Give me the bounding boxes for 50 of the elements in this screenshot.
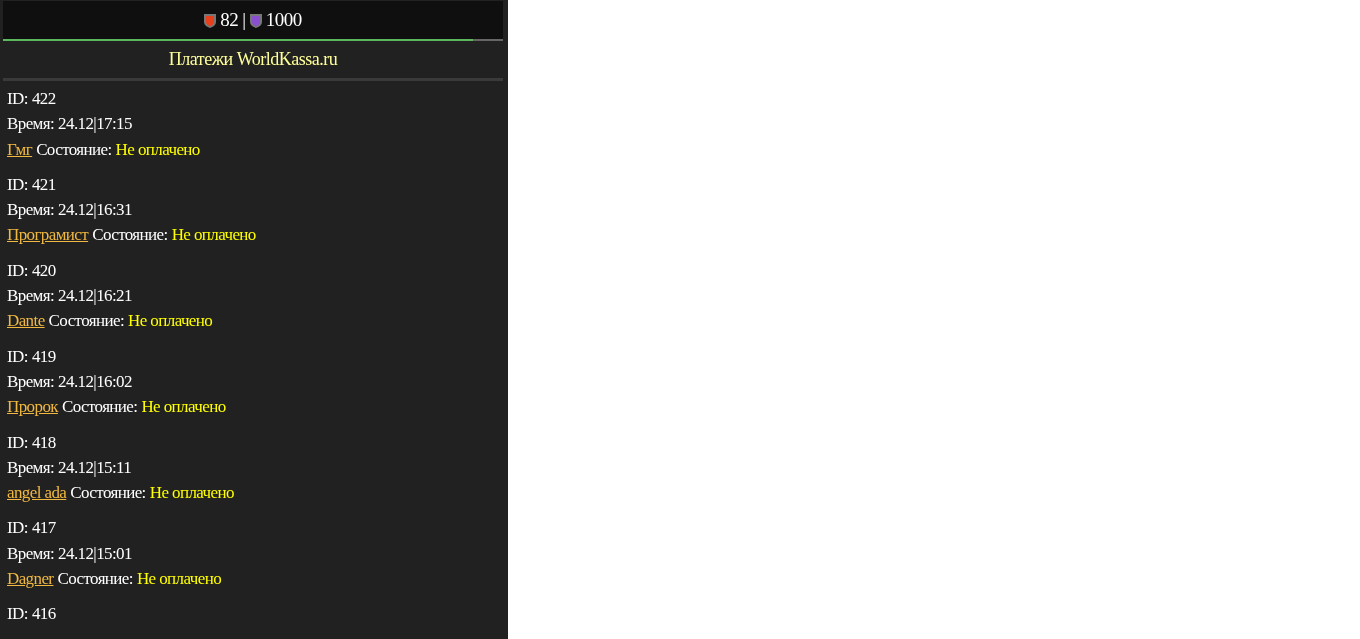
payment-id: 416 bbox=[31, 603, 56, 626]
state-label: Состояние: bbox=[70, 482, 146, 505]
payment-id: 418 bbox=[31, 431, 56, 454]
shield-icon bbox=[204, 12, 217, 28]
state-label: Состояние: bbox=[48, 310, 125, 333]
player-link[interactable]: Пророк bbox=[7, 394, 58, 420]
player-link[interactable]: Гмг bbox=[7, 136, 33, 162]
payment-state: Не оплачено bbox=[141, 396, 226, 419]
payment-time: 24.12|16:21 bbox=[58, 285, 132, 308]
id-label: ID: bbox=[7, 173, 28, 196]
payment-state: Не оплачено bbox=[171, 224, 256, 247]
time-label: Время: bbox=[7, 113, 55, 136]
payment-state: Не оплачено bbox=[136, 568, 222, 591]
separator: | bbox=[242, 9, 246, 31]
id-label: ID: bbox=[7, 259, 28, 282]
state-label: Состояние: bbox=[57, 568, 133, 591]
payment-state: Не оплачено bbox=[128, 310, 213, 333]
state-label: Состояние: bbox=[92, 224, 168, 247]
payment-time: 24.12|17:15 bbox=[58, 113, 132, 136]
payment-id: 420 bbox=[31, 259, 56, 282]
id-label: ID: bbox=[7, 431, 28, 454]
payment-id: 419 bbox=[31, 345, 56, 368]
id-label: ID: bbox=[7, 603, 28, 626]
page-title: Платежи WorldKassa.ru bbox=[167, 48, 339, 71]
player-link[interactable]: Dante bbox=[7, 308, 45, 334]
state-label: Состояние: bbox=[61, 396, 138, 419]
state-label: Состояние: bbox=[36, 138, 112, 161]
time-label: Время: bbox=[7, 199, 55, 222]
id-label: ID: bbox=[7, 88, 28, 110]
payment-time: 24.12|15:01 bbox=[58, 542, 132, 565]
health-value: 82 bbox=[220, 9, 239, 31]
payment-time: 24.12|16:31 bbox=[58, 199, 132, 222]
mana-value: 1000 bbox=[265, 9, 302, 31]
player-link[interactable]: Dagner bbox=[7, 566, 54, 592]
id-label: ID: bbox=[7, 345, 28, 368]
time-label: Время: bbox=[7, 285, 55, 308]
payment-id: 421 bbox=[31, 173, 56, 196]
payment-id: 422 bbox=[31, 88, 56, 110]
payment-state: Не оплачено bbox=[149, 482, 234, 505]
time-label: Время: bbox=[7, 542, 55, 565]
shield-icon bbox=[249, 12, 262, 28]
player-link[interactable]: angel ada bbox=[7, 480, 67, 506]
payment-time: 24.12|16:02 bbox=[58, 370, 132, 393]
payment-time: 24.12|15:11 bbox=[58, 456, 132, 479]
time-label: Время: bbox=[7, 370, 55, 393]
player-link[interactable]: Програмист bbox=[7, 222, 89, 248]
time-label: Время: bbox=[7, 456, 55, 479]
id-label: ID: bbox=[7, 517, 28, 540]
payment-state: Не оплачено bbox=[115, 138, 200, 161]
payment-id: 417 bbox=[31, 517, 56, 540]
